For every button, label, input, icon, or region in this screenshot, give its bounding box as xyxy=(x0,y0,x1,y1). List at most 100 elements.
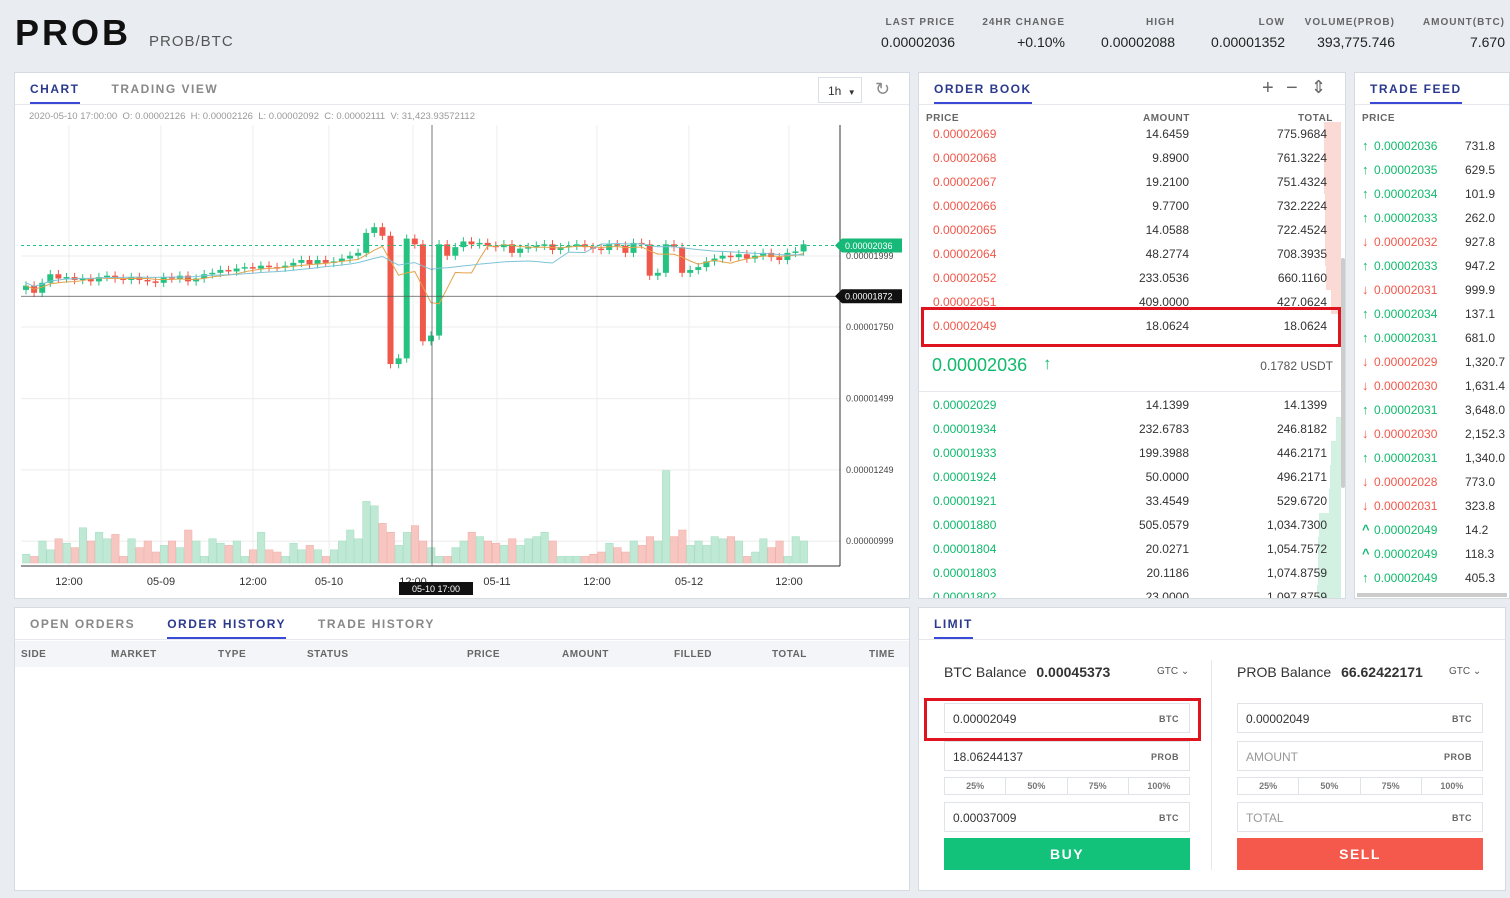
ask-row[interactable]: 0.00002068 9.8900 761.3224 xyxy=(919,146,1341,170)
col-status: STATUS xyxy=(307,649,349,660)
ask-amount: 14.6459 xyxy=(1145,127,1189,141)
buy-total-input[interactable]: 0.00037009 BTC xyxy=(944,802,1190,832)
bid-amount: 14.1399 xyxy=(1145,398,1189,412)
bid-row[interactable]: 0.00001804 20.0271 1,054.7572 xyxy=(919,537,1341,561)
trade-amount: 999.9 xyxy=(1465,283,1496,297)
bid-price: 0.00001880 xyxy=(933,518,997,532)
volume-bar xyxy=(168,540,177,564)
bid-row[interactable]: 0.00001934 232.6783 246.8182 xyxy=(919,417,1341,441)
bid-row[interactable]: 0.00001933 199.3988 446.2171 xyxy=(919,441,1341,465)
volume-bar xyxy=(751,551,760,564)
split-view-icon[interactable]: ⇕ xyxy=(1311,77,1326,98)
col-side: SIDE xyxy=(21,649,47,660)
sell-total-input[interactable]: TOTAL BTC xyxy=(1237,802,1483,832)
candle-body xyxy=(249,267,256,269)
sell-pct-100[interactable]: 100% xyxy=(1422,778,1482,794)
volume-bar xyxy=(678,529,687,564)
x-tick-label: 05-11 xyxy=(483,576,510,588)
bid-row[interactable]: 0.00002029 14.1399 14.1399 xyxy=(919,393,1341,417)
ask-depth-bar xyxy=(1326,266,1341,290)
ask-price: 0.00002067 xyxy=(933,175,997,189)
volume-bar xyxy=(370,505,379,564)
candle-body xyxy=(428,335,434,342)
tab-open-orders[interactable]: OPEN ORDERS xyxy=(30,617,135,639)
candle-body xyxy=(695,267,702,270)
candle-body xyxy=(225,269,232,272)
bid-row[interactable]: 0.00001803 20.1186 1,074.8759 xyxy=(919,561,1341,585)
trade-row: ↑ 0.00002033 947.2 xyxy=(1355,254,1509,278)
expand-icon[interactable]: + xyxy=(1262,77,1274,100)
buy-pct-75[interactable]: 75% xyxy=(1068,778,1129,794)
ask-row[interactable]: 0.00002066 9.7700 732.2224 xyxy=(919,194,1341,218)
trade-amount: 137.1 xyxy=(1465,307,1496,321)
ask-total: 751.4324 xyxy=(1276,175,1327,189)
trade-amount: 3,648.0 xyxy=(1465,403,1506,417)
tf-scrollbar[interactable] xyxy=(1357,593,1507,597)
sell-pct-50[interactable]: 50% xyxy=(1299,778,1361,794)
candle-body xyxy=(55,274,62,279)
candle-body xyxy=(735,254,742,258)
candle-body xyxy=(436,244,443,336)
trade-row: ↓ 0.00002031 323.8 xyxy=(1355,494,1509,518)
volume-bar xyxy=(119,556,128,564)
trade-feed-panel: TRADE FEED PRICE ↑ 0.00002036 731.8 ↑ 0.0000… xyxy=(1354,72,1510,599)
trade-price: 0.00002049 xyxy=(1374,547,1438,561)
highlight-box-orderbook xyxy=(921,307,1341,347)
sell-amount-unit: PROB xyxy=(1443,752,1472,762)
sell-pct-75[interactable]: 75% xyxy=(1361,778,1422,794)
bid-total: 1,074.8759 xyxy=(1266,566,1327,580)
sell-price-input[interactable]: 0.00002049 BTC xyxy=(1237,703,1483,733)
trade-price: 0.00002036 xyxy=(1374,139,1438,153)
interval-select[interactable]: 1h ▼ xyxy=(818,77,862,103)
ask-row[interactable]: 0.00002067 19.2100 751.4324 xyxy=(919,170,1341,194)
bid-row[interactable]: 0.00001802 23.0000 1,097.8759 xyxy=(919,585,1341,598)
sell-amount-input[interactable]: AMOUNT PROB xyxy=(1237,741,1483,771)
bid-row[interactable]: 0.00001921 33.4549 529.6720 xyxy=(919,489,1341,513)
caret-up-icon: ^ xyxy=(1362,522,1370,537)
trade-amount: 405.3 xyxy=(1465,571,1496,585)
buy-amount-input[interactable]: 18.06244137 PROB xyxy=(944,741,1190,771)
y-tick-label: 0.00001249 xyxy=(846,465,894,475)
tab-order-history[interactable]: ORDER HISTORY xyxy=(167,617,287,639)
ma-line-long xyxy=(25,243,804,287)
stat-label: LOW xyxy=(1258,17,1285,28)
ask-row[interactable]: 0.00002065 14.0588 722.4524 xyxy=(919,218,1341,242)
tab-chart[interactable]: CHART xyxy=(30,82,80,104)
buy-button[interactable]: BUY xyxy=(944,838,1190,870)
sell-button[interactable]: SELL xyxy=(1237,838,1483,870)
trade-amount: 1,340.0 xyxy=(1465,451,1506,465)
stat-label: AMOUNT(BTC) xyxy=(1422,17,1505,28)
collapse-icon[interactable]: − xyxy=(1286,77,1298,100)
sell-gtc-select[interactable]: GTC ⌄ xyxy=(1449,666,1481,677)
ask-row[interactable]: 0.00002064 48.2774 708.3935 xyxy=(919,242,1341,266)
ask-price: 0.00002068 xyxy=(933,151,997,165)
tab-limit[interactable]: LIMIT xyxy=(934,617,973,639)
volume-bar xyxy=(799,540,808,564)
bid-row[interactable]: 0.00001880 505.0579 1,034.7300 xyxy=(919,513,1341,537)
chevron-down-icon: ⌄ xyxy=(1180,666,1190,677)
bid-depth-bar xyxy=(1331,441,1341,465)
volume-bar xyxy=(443,556,452,564)
sell-pct-25[interactable]: 25% xyxy=(1238,778,1300,794)
buy-gtc-select[interactable]: GTC ⌄ xyxy=(1157,666,1189,677)
tab-trading-view[interactable]: TRADING VIEW xyxy=(112,82,219,104)
candle-body xyxy=(419,244,426,342)
sell-price-value: 0.00002049 xyxy=(1246,712,1310,726)
candle-body xyxy=(727,255,734,258)
refresh-icon[interactable]: ↻ xyxy=(875,79,890,100)
arrow-up-icon: ↑ xyxy=(1043,354,1052,373)
ask-row[interactable]: 0.00002052 233.0536 660.1160 xyxy=(919,266,1341,290)
candlestick-chart[interactable]: 0.00001999 0.00001750 0.00001499 0.00001249… xyxy=(15,105,910,599)
buy-pct-25[interactable]: 25% xyxy=(945,778,1007,794)
trade-price: 0.00002031 xyxy=(1374,403,1438,417)
volume-bar xyxy=(791,536,800,564)
buy-pct-100[interactable]: 100% xyxy=(1129,778,1189,794)
ask-row[interactable]: 0.00002069 14.6459 775.9684 xyxy=(919,122,1341,146)
volume-bar xyxy=(629,540,638,564)
bid-row[interactable]: 0.00001924 50.0000 496.2171 xyxy=(919,465,1341,489)
buy-total-value: 0.00037009 xyxy=(953,811,1017,825)
buy-pct-50[interactable]: 50% xyxy=(1006,778,1068,794)
ob-scrollbar[interactable] xyxy=(1341,258,1345,488)
volume-bar xyxy=(613,547,622,564)
tab-trade-history[interactable]: TRADE HISTORY xyxy=(318,617,435,639)
